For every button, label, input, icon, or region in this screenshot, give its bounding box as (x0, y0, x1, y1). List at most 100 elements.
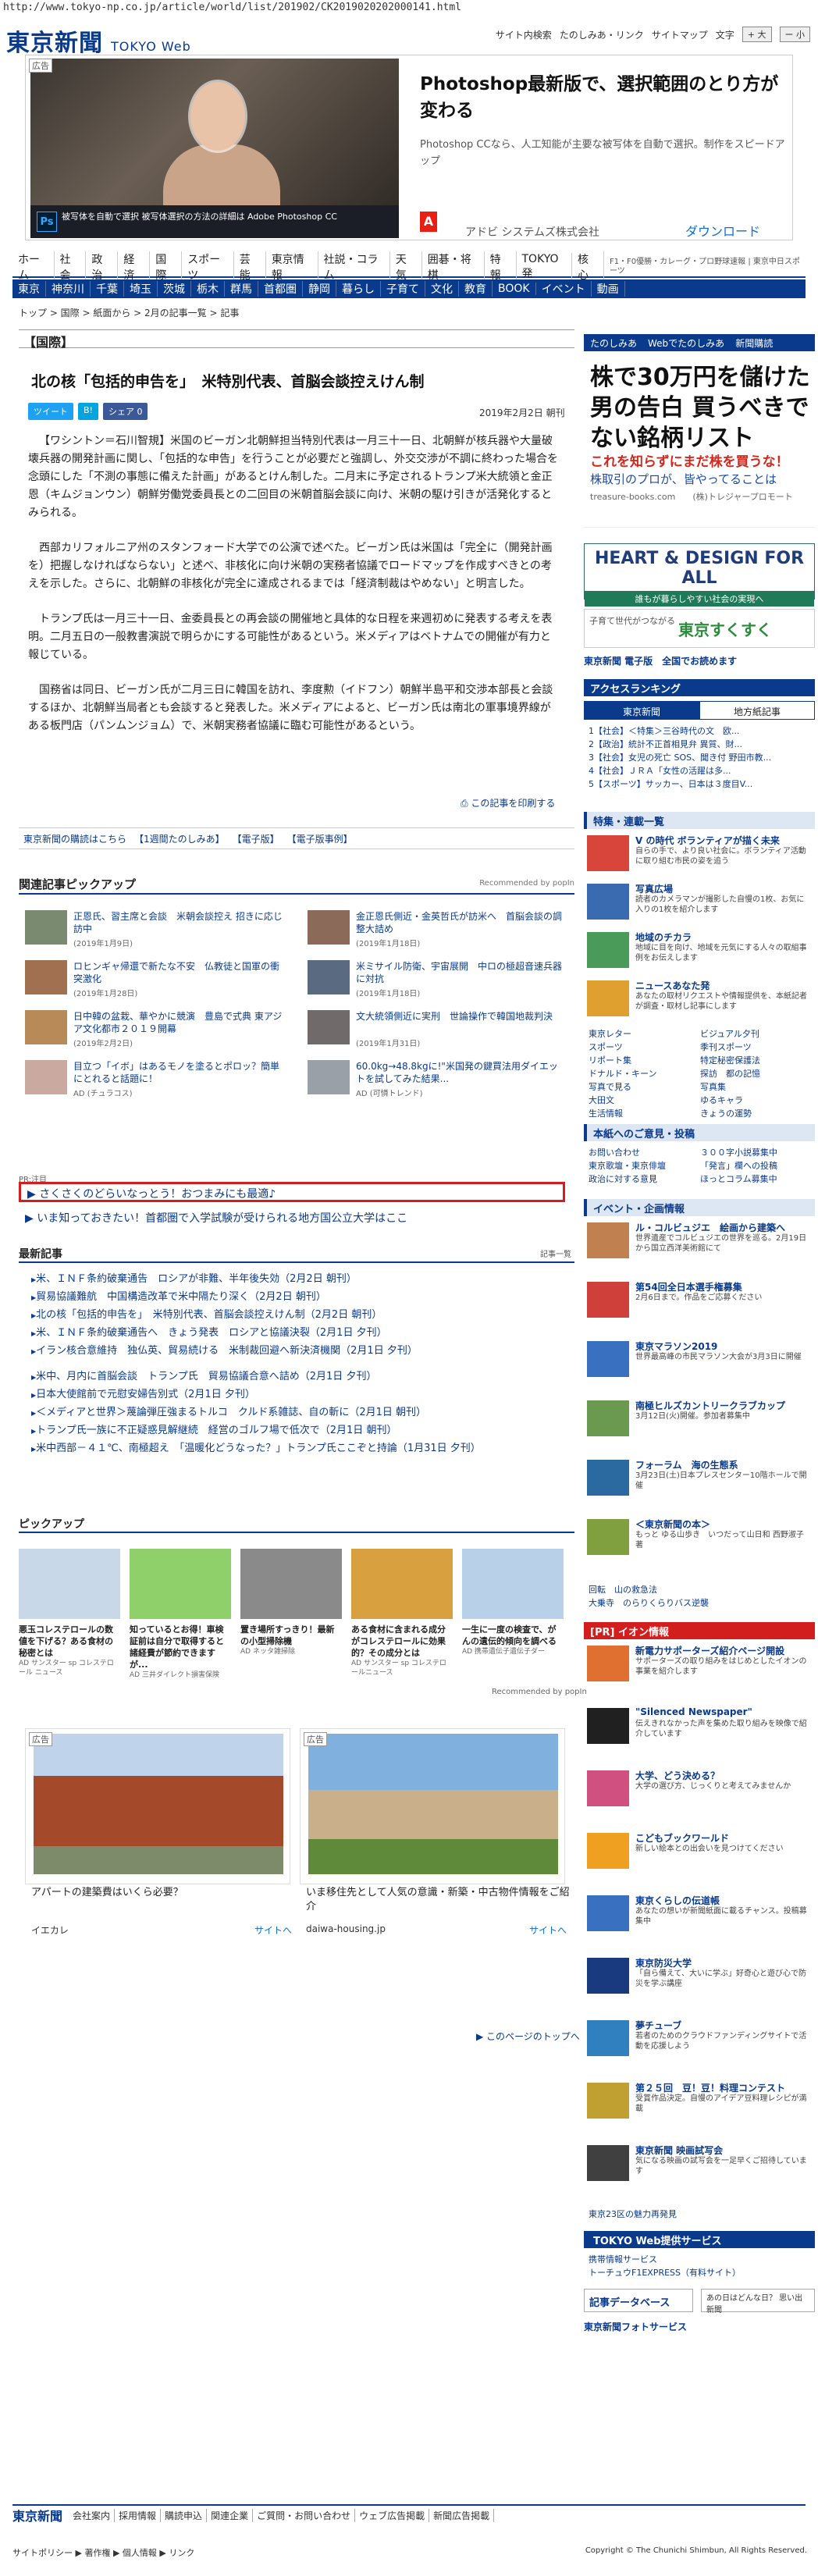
feature-item[interactable]: 地域のチカラ 地域に目を向け、地域を元気にする人々の取組事例をお伝えします (584, 930, 815, 974)
area-nav-item[interactable]: 神奈川 (46, 281, 91, 297)
feature-title[interactable]: 地域のチカラ (635, 930, 692, 944)
aeon-title[interactable]: こどもブックワールド (635, 1831, 729, 1845)
article-list-link[interactable]: 記事一覧 (540, 1247, 571, 1259)
area-nav-item[interactable]: 群馬 (225, 281, 258, 297)
related-item[interactable]: ロヒンギャ帰還で新たな不安 仏教徒と国軍の衝突激化 (2019年1月28日) (19, 960, 292, 1007)
area-nav-item[interactable]: BOOK (493, 283, 536, 295)
pickup-title[interactable]: 一生に一度の検査で、がんの遺伝的傾向を調べる (462, 1624, 564, 1647)
ad-caption[interactable]: いま移住先として人気の意識・新築・中古物件情報をご紹介 (306, 1886, 571, 1914)
tab-subscribe[interactable]: 新聞購読 (735, 336, 773, 350)
feature-link[interactable]: 特定秘密保護法 (700, 1054, 812, 1067)
event-item[interactable]: 南極ヒルズカントリークラブカップ 3月12日(火)開催。参加者募集中 (584, 1399, 815, 1443)
ranking-item[interactable]: 5【スポーツ】サッカー、日本は３度目V... (589, 777, 812, 791)
feature-link[interactable]: 季刊スポーツ (700, 1041, 812, 1054)
feature-link[interactable]: きょうの運勢 (700, 1107, 812, 1120)
pickup-item[interactable]: 一生に一度の検査で、がんの遺伝的傾向を調べる AD 携帯遺伝子遺伝子ダー (462, 1549, 564, 1656)
nav-item[interactable]: TOKYO発 (517, 253, 573, 281)
ad-caption[interactable]: アパートの建築費はいくら必要？ (31, 1886, 297, 1900)
latest-article-link[interactable]: トランプ氏一族に不正疑惑見解継続 経営のゴルフ場で低次で（2月1日 朝刊） (31, 1422, 562, 1440)
related-item[interactable]: 米ミサイル防衛、宇宙展開 中ロの極超音速兵器に対抗 (2019年1月18日) (301, 960, 574, 1007)
latest-article-link[interactable]: 貿易協議難航 中国構造改革で米中隔たり深く（2月2日 朝刊） (31, 1289, 562, 1307)
tab-tanoshimia[interactable]: たのしみあ (590, 336, 637, 350)
nav-item[interactable]: 経済 (118, 251, 151, 283)
weekly-link[interactable]: 【1週間たのしみあ】 (134, 832, 225, 845)
nav-item[interactable]: 社説・コラム (318, 251, 390, 283)
feature-link[interactable]: ビジュアル夕刊 (700, 1027, 812, 1041)
pickup-item[interactable]: 置き場所すっきり！最新の小型掃除機 AD ネッタ雑掃除 (240, 1549, 342, 1656)
reader-link[interactable]: 「発言」欄への投稿 (700, 1159, 812, 1172)
e-edition-case-link[interactable]: 【電子版事例】 (287, 832, 353, 845)
area-nav-item[interactable]: 東京 (12, 281, 46, 297)
service-link[interactable]: 携帯情報サービス (589, 2253, 812, 2266)
footer-link[interactable]: 新聞広告掲載 (429, 2508, 495, 2522)
feature-title[interactable]: V の時代 ボランティアが描く未来 (635, 834, 780, 847)
feature-title[interactable]: ニュースあなた発 (635, 979, 710, 992)
aeon-title[interactable]: 東京防災大学 (635, 1956, 692, 1969)
area-nav-item[interactable]: イベント (536, 281, 592, 297)
feature-item[interactable]: V の時代 ボランティアが描く未来 自らの手で、より良い社会に。ボランティア活動に… (584, 834, 815, 877)
ranking-item[interactable]: 1【社会】＜特集＞三谷時代の文 欧... (589, 724, 812, 738)
latest-article-link[interactable]: 北の核「包括的申告を」 米特別代表、首脳会談控えけん制（2月2日 朝刊） (31, 1307, 562, 1325)
related-item[interactable]: 目立つ「イボ」はあるモノを塗るとポロッ？簡単にとれると話題に！ AD (チュラコス… (19, 1060, 292, 1107)
memory-newspaper-button[interactable]: あの日はどんな日？ 思い出新聞 (701, 2289, 815, 2314)
related-title[interactable]: 米ミサイル防衛、宇宙展開 中ロの極超音速兵器に対抗 (356, 960, 567, 985)
nav-item[interactable]: 核心 (572, 251, 604, 283)
pickup-title[interactable]: ある食材に含まれる成分がコレステロールに効果的？その成分とは (351, 1624, 453, 1659)
nav-item[interactable]: 芸能 (234, 251, 266, 283)
area-nav-item[interactable]: 千葉 (91, 281, 124, 297)
tab-local[interactable]: 地方紙記事 (699, 701, 815, 720)
nav-item[interactable]: 国際 (150, 251, 183, 283)
aeon-item[interactable]: 東京防災大学 「自ら備えて、大いに学ぶ」好奇心と遊び心で防災を学ぶ講座 (584, 1956, 815, 2000)
heart-design-banner[interactable]: HEART & DESIGN FOR ALL 誰もが暮らしやすい社会の実現へ (584, 543, 815, 607)
event-link[interactable]: 回転 山の救急法 (589, 1583, 812, 1596)
pickup-item[interactable]: 知っているとお得！車検証前は自分で取得すると諸経費が節約できますが... AD 三… (130, 1549, 231, 1680)
feature-link[interactable]: スポーツ (589, 1041, 700, 1054)
subscribe-link[interactable]: 東京新聞の購読はこちら (23, 832, 126, 845)
page-top-link[interactable]: ▶ このページのトップへ (476, 2030, 580, 2043)
reader-link[interactable]: 政治に対する意見 (589, 1172, 700, 1186)
sitemap-link[interactable]: サイトマップ (652, 28, 708, 41)
event-item[interactable]: フォーラム 海の生態系 3月23日(土)日本プレスセンター10階ホールで開催 (584, 1458, 815, 1502)
tanoshimia-link[interactable]: たのしみあ・リンク (560, 28, 644, 41)
aeon-title[interactable]: 第２５回 豆！豆！料理コンテスト (635, 2081, 785, 2094)
aeon-item[interactable]: 新電力サポーターズ紹介ページ開設 サポーターズの取り組みをはじめとしたイオンの事業… (584, 1644, 815, 1688)
font-minus-button[interactable]: ー 小 (779, 27, 810, 42)
ranking-item[interactable]: 4【社会】ＪＲＡ「女性の活躍は多... (589, 764, 812, 777)
related-title[interactable]: 金正恩氏側近・金英哲氏が訪米へ 首脳会談の調整大詰め (356, 910, 567, 935)
reader-link[interactable]: ほっとコラム募集中 (700, 1172, 812, 1186)
nav-item[interactable]: 東京情報 (266, 251, 318, 283)
service-link[interactable]: トーチュウF1EXPRESS（有料サイト） (589, 2266, 812, 2279)
top-banner-ad[interactable]: 被写体を自動で選択 被写体選択の方法の詳細は Adobe Photoshop C… (25, 55, 793, 240)
tweet-button[interactable]: ツイート (28, 403, 73, 420)
facebook-share-button[interactable]: シェア 0 (102, 403, 148, 420)
latest-article-link[interactable]: イラン核合意維持 独仏英、貿易続ける 米制裁回避へ新決済機関（2月1日 夕刊） (31, 1343, 562, 1361)
sukusuku-banner[interactable]: 子育て世代がつながる 東京すくすく (584, 609, 815, 648)
ad-apartment[interactable]: 広告 (25, 1728, 290, 1884)
article-db-button[interactable]: 記事データベース (584, 2289, 693, 2312)
feature-link[interactable]: 生活情報 (589, 1107, 700, 1120)
event-item[interactable]: 第54回全日本選手権募集 2月6日まで。作品をご応募ください (584, 1280, 815, 1324)
footer-link[interactable]: ご質問・お問い合わせ (253, 2508, 356, 2522)
site-logo[interactable]: 東京新聞 TOKYO Web (6, 23, 191, 58)
ranking-item[interactable]: 2【政治】統計不正首相見弁 異質、財... (589, 738, 812, 751)
pickup-title[interactable]: 悪玉コレステロールの数値を下げる？ある食材の秘密とは (19, 1624, 120, 1659)
stock-ad[interactable]: 株で30万円を儲けた男の告白 買うべきでない銘柄リスト これを知らずにまだ株を買… (584, 362, 815, 528)
area-nav-item[interactable]: 動画 (592, 281, 625, 297)
aeon-item[interactable]: こどもブックワールド 新しい絵本との出会いを見つけてください (584, 1831, 815, 1875)
related-title[interactable]: 正恩氏、習主席と会談 米朝会談控え 招きに応じ訪中 (73, 910, 284, 935)
event-title[interactable]: ＜東京新聞の本＞ (635, 1517, 710, 1531)
e-edition-link[interactable]: 【電子版】 (233, 832, 279, 845)
footer-link[interactable]: 会社案内 (69, 2508, 116, 2522)
font-plus-button[interactable]: + 大 (742, 27, 772, 42)
photo-service-link[interactable]: 東京新聞フォトサービス (584, 2320, 815, 2337)
reader-link[interactable]: ３００字小説募集中 (700, 1146, 812, 1159)
feature-title[interactable]: 写真広場 (635, 882, 673, 895)
nav-item[interactable]: 社会 (55, 251, 87, 283)
aeon-title[interactable]: "Silenced Newspaper" (635, 1706, 752, 1717)
related-title[interactable]: 文大統領側近に実刑 世論操作で韓国地裁判決 (356, 1010, 567, 1023)
pr-highlight-link[interactable]: ▶ さくさくのどらいなっとう！おつまみにも最適♪ (19, 1182, 565, 1202)
tab-web-tanoshimia[interactable]: Webでたのしみあ (648, 336, 724, 350)
miryoku-link[interactable]: 東京23区の魅力再発見 (589, 2208, 812, 2221)
area-nav-item[interactable]: 栃木 (191, 281, 225, 297)
aeon-item[interactable]: 大学、どう決める？ 大学の選び方、じっくりと考えてみませんか (584, 1769, 815, 1813)
